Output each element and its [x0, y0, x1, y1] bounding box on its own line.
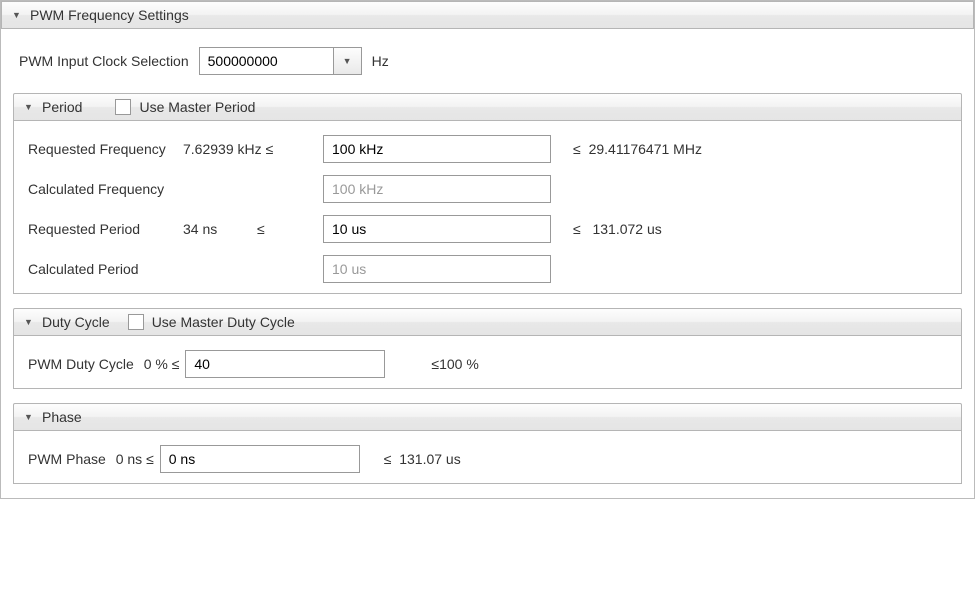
collapse-icon: ▼	[24, 102, 34, 112]
phase-header[interactable]: ▼ Phase	[13, 403, 962, 431]
pwm-phase-label: PWM Phase	[28, 451, 106, 467]
requested-period-label: Requested Period	[28, 221, 183, 237]
requested-period-max: ≤ 131.072 us	[569, 221, 662, 237]
duty-cycle-max: ≤100 %	[431, 356, 478, 372]
use-master-period-checkbox[interactable]	[115, 99, 131, 115]
period-title: Period	[42, 99, 82, 115]
clock-selection-dropdown-button[interactable]: ▼	[334, 47, 362, 75]
pwm-frequency-settings-header[interactable]: ▼ PWM Frequency Settings	[1, 1, 974, 29]
phase-title: Phase	[42, 409, 82, 425]
phase-panel: ▼ Phase PWM Phase 0 ns ≤ ≤ 131.07 us	[13, 403, 962, 484]
collapse-icon: ▼	[24, 412, 34, 422]
requested-frequency-input[interactable]	[323, 135, 551, 163]
pwm-duty-cycle-label: PWM Duty Cycle	[28, 356, 134, 372]
pwm-phase-input[interactable]	[160, 445, 360, 473]
requested-period-input[interactable]	[323, 215, 551, 243]
duty-cycle-min: 0 % ≤	[140, 356, 180, 372]
collapse-icon: ▼	[12, 10, 22, 20]
period-panel: ▼ Period Use Master Period Requested Fre…	[13, 93, 962, 294]
requested-period-min: 34 ns≤	[183, 221, 323, 237]
phase-max: ≤ 131.07 us	[384, 451, 461, 467]
clock-selection-combo[interactable]: ▼	[199, 47, 362, 75]
pwm-duty-cycle-input[interactable]	[185, 350, 385, 378]
calculated-frequency-output	[323, 175, 551, 203]
duty-cycle-title: Duty Cycle	[42, 314, 110, 330]
duty-cycle-header[interactable]: ▼ Duty Cycle Use Master Duty Cycle	[13, 308, 962, 336]
requested-frequency-label: Requested Frequency	[28, 141, 183, 157]
collapse-icon: ▼	[24, 317, 34, 327]
pwm-frequency-settings-title: PWM Frequency Settings	[30, 7, 189, 23]
clock-unit-label: Hz	[372, 53, 389, 69]
clock-selection-label: PWM Input Clock Selection	[19, 53, 189, 69]
use-master-duty-cycle-checkbox[interactable]	[128, 314, 144, 330]
requested-frequency-min: 7.62939 kHz≤	[183, 141, 323, 157]
use-master-period-label: Use Master Period	[139, 99, 255, 115]
requested-frequency-max: ≤ 29.41176471 MHz	[569, 141, 702, 157]
chevron-down-icon: ▼	[343, 56, 352, 66]
period-header[interactable]: ▼ Period Use Master Period	[13, 93, 962, 121]
calculated-period-label: Calculated Period	[28, 261, 183, 277]
use-master-duty-cycle-label: Use Master Duty Cycle	[152, 314, 295, 330]
calculated-period-output	[323, 255, 551, 283]
phase-min: 0 ns ≤	[112, 451, 154, 467]
clock-selection-input[interactable]	[199, 47, 334, 75]
duty-cycle-panel: ▼ Duty Cycle Use Master Duty Cycle PWM D…	[13, 308, 962, 389]
calculated-frequency-label: Calculated Frequency	[28, 181, 183, 197]
